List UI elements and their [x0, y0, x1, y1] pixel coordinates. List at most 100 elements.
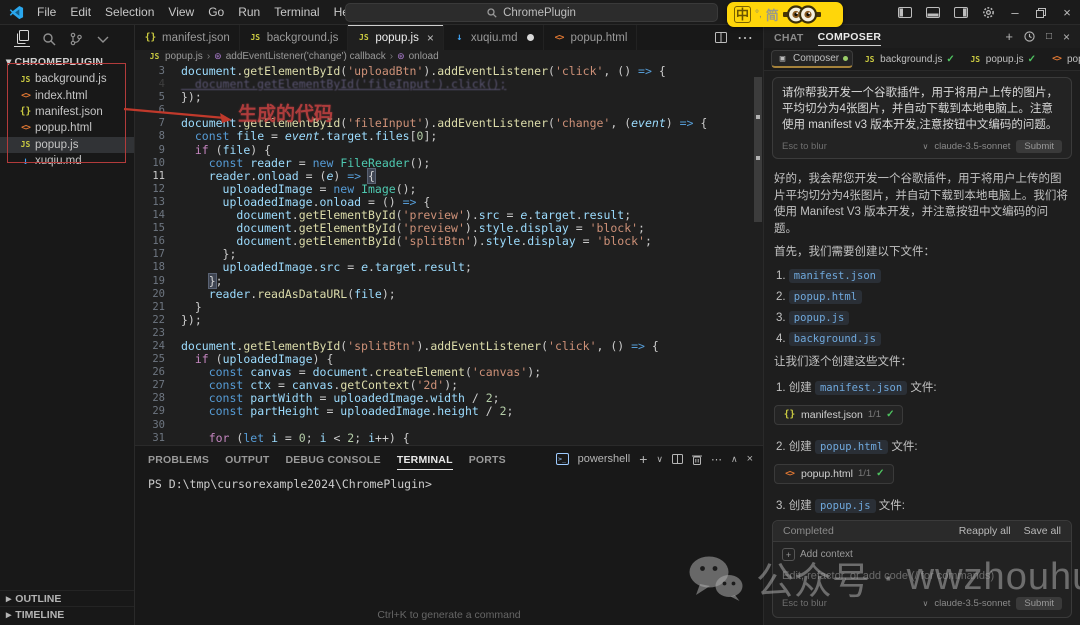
composer-pill-popup.html[interactable]: <>popup.html✓ — [1046, 52, 1080, 67]
line-number: 11 — [135, 170, 165, 183]
workspace-root[interactable]: ▾ CHROMEPLUGIN — [0, 52, 134, 71]
minimize-button[interactable]: – — [1002, 5, 1028, 20]
save-all-button[interactable]: Save all — [1024, 525, 1061, 537]
new-composer-icon[interactable]: + — [1005, 29, 1013, 44]
chevron-down-icon[interactable] — [95, 31, 111, 47]
split-terminal-icon[interactable] — [672, 454, 683, 464]
editor-scrollbar[interactable] — [753, 63, 763, 445]
pill-label: background.js — [880, 54, 942, 65]
tab-composer[interactable]: COMPOSER — [818, 27, 882, 46]
model-dropdown-icon[interactable]: ∨ — [923, 599, 929, 608]
split-editor-icon[interactable] — [715, 32, 727, 43]
breadcrumb-symbol[interactable]: onload — [409, 51, 439, 62]
search-sidebar-icon[interactable] — [41, 31, 57, 47]
layout-sidebar-left-icon[interactable] — [898, 7, 912, 18]
outline-section[interactable]: ▸OUTLINE — [0, 590, 134, 606]
more-actions-icon[interactable]: ⋯ — [737, 28, 753, 48]
menu-go[interactable]: Go — [201, 5, 231, 19]
file-item-xuqiu.md[interactable]: ↓xuqiu.md — [0, 153, 134, 169]
submit-button[interactable]: Submit — [1016, 140, 1062, 153]
check-icon: ✓ — [876, 468, 884, 479]
terminal-dropdown-icon[interactable]: ∨ — [656, 454, 663, 465]
close-window-button[interactable]: × — [1054, 5, 1080, 20]
inline-code: manifest.json — [815, 381, 907, 395]
restore-button[interactable] — [1028, 8, 1054, 18]
tab-label: background.js — [267, 32, 339, 44]
history-icon[interactable] — [1024, 31, 1035, 42]
timeline-section[interactable]: ▸TIMELINE — [0, 606, 134, 622]
ime-logo-icon — [783, 4, 821, 25]
file-item-popup.html[interactable]: <>popup.html — [0, 120, 134, 136]
editor-tab-background.js[interactable]: JSbackground.js — [240, 25, 349, 50]
composer-pill-composer[interactable]: ▣Composer — [771, 50, 853, 68]
model-selector[interactable]: claude-3.5-sonnet — [934, 141, 1010, 152]
close-panel-icon[interactable]: × — [1063, 30, 1070, 44]
menu-run[interactable]: Run — [231, 5, 267, 19]
created-file-pill-popup.html[interactable]: <>popup.html1/1✓ — [774, 464, 894, 484]
source-control-icon[interactable] — [68, 31, 84, 47]
assistant-step: 1. 创建 manifest.json 文件: — [776, 379, 1070, 395]
explorer-icon[interactable] — [14, 31, 30, 47]
file-item-popup.js[interactable]: JSpopup.js — [0, 137, 134, 153]
tab-label: popup.js — [375, 32, 418, 44]
assistant-paragraph: 好的，我会帮您开发一个谷歌插件，用于将用户上传的图片平均切分为4张图片，并自动下… — [774, 171, 1070, 237]
code-line-18: 18 uploadedImage.src = e.target.result; — [135, 261, 763, 274]
composer-pill-popup.js[interactable]: JSpopup.js✓ — [965, 52, 1040, 67]
menu-view[interactable]: View — [161, 5, 201, 19]
editor-tab-popup.js[interactable]: JSpopup.js× — [348, 25, 444, 50]
shell-name[interactable]: powershell — [578, 453, 631, 465]
file-item-background.js[interactable]: JSbackground.js — [0, 71, 134, 87]
panel-tab-problems[interactable]: PROBLEMS — [148, 449, 209, 469]
menu-selection[interactable]: Selection — [98, 5, 161, 19]
kill-terminal-icon[interactable] — [692, 454, 702, 465]
code-editor[interactable]: 3document.getElementById('uploadBtn').ad… — [135, 63, 763, 445]
ime-simplified-mode[interactable]: 简 — [766, 5, 779, 24]
sidebar-bottom-sections: ▸OUTLINE ▸TIMELINE — [0, 590, 134, 622]
menu-terminal[interactable]: Terminal — [267, 5, 326, 19]
line-number: 20 — [135, 288, 165, 301]
panel-tab-terminal[interactable]: TERMINAL — [397, 449, 453, 470]
panel-close-icon[interactable]: × — [747, 453, 753, 465]
ime-punctuation-mode[interactable]: °, — [755, 9, 762, 20]
add-context-button[interactable]: + Add context — [782, 548, 1062, 561]
layout-panel-icon[interactable] — [926, 7, 940, 18]
tab-chat[interactable]: CHAT — [774, 28, 804, 46]
file-item-manifest.json[interactable]: {}manifest.json — [0, 104, 134, 120]
sogou-ime-toolbar[interactable]: 中 °, 简 — [727, 2, 843, 27]
settings-gear-icon[interactable] — [982, 6, 995, 19]
editor-tab-popup.html[interactable]: <>popup.html — [544, 25, 638, 50]
submit-button[interactable]: Submit — [1016, 597, 1062, 610]
close-icon[interactable]: × — [427, 31, 434, 45]
menu-file[interactable]: File — [30, 5, 63, 19]
editor-group: {}manifest.jsonJSbackground.jsJSpopup.js… — [135, 25, 763, 625]
reapply-all-button[interactable]: Reapply all — [959, 525, 1011, 537]
menu-edit[interactable]: Edit — [63, 5, 98, 19]
panel-tab-ports[interactable]: PORTS — [469, 449, 506, 469]
editor-tab-manifest.json[interactable]: {}manifest.json — [135, 25, 240, 50]
composer-pill-background.js[interactable]: JSbackground.js✓ — [859, 52, 959, 67]
new-terminal-icon[interactable]: + — [639, 451, 647, 467]
scrollbar-thumb[interactable] — [754, 77, 762, 222]
panel-tab-debug-console[interactable]: DEBUG CONSOLE — [285, 449, 380, 469]
inline-code: manifest.json — [789, 269, 881, 283]
panel-more-icon[interactable]: ⋯ — [711, 453, 722, 466]
command-center-search[interactable]: ChromePlugin — [345, 3, 718, 22]
model-selector[interactable]: claude-3.5-sonnet — [934, 598, 1010, 609]
ime-chinese-mode[interactable]: 中 — [734, 6, 751, 23]
panel-tab-output[interactable]: OUTPUT — [225, 449, 269, 469]
composer-input-box[interactable]: + Add context Edit, refactor, or add cod… — [773, 542, 1071, 617]
panel-maximize-icon[interactable]: ∧ — [731, 454, 738, 465]
file-item-index.html[interactable]: <>index.html — [0, 87, 134, 103]
completed-status: Completed — [783, 525, 834, 537]
terminal-output[interactable]: PS D:\tmp\cursorexample2024\ChromePlugin… — [135, 472, 763, 625]
line-number: 24 — [135, 340, 165, 353]
layout-sidebar-right-icon[interactable] — [954, 7, 968, 18]
breadcrumb-file[interactable]: popup.js — [165, 51, 203, 62]
breadcrumb-symbol[interactable]: addEventListener('change') callback — [226, 51, 386, 62]
editor-tab-xuqiu.md[interactable]: ↓xuqiu.md — [444, 25, 544, 50]
created-file-pill-manifest.json[interactable]: {}manifest.json1/1✓ — [774, 405, 903, 425]
model-dropdown-icon[interactable]: ∨ — [923, 142, 929, 151]
breadcrumb[interactable]: JS popup.js › ⊛ addEventListener('change… — [135, 50, 763, 63]
user-message-box[interactable]: 请你帮我开发一个谷歌插件，用于将用户上传的图片，平均切分为4张图片，并自动下载到… — [772, 77, 1072, 159]
expand-panel-icon[interactable]: □ — [1046, 31, 1052, 42]
